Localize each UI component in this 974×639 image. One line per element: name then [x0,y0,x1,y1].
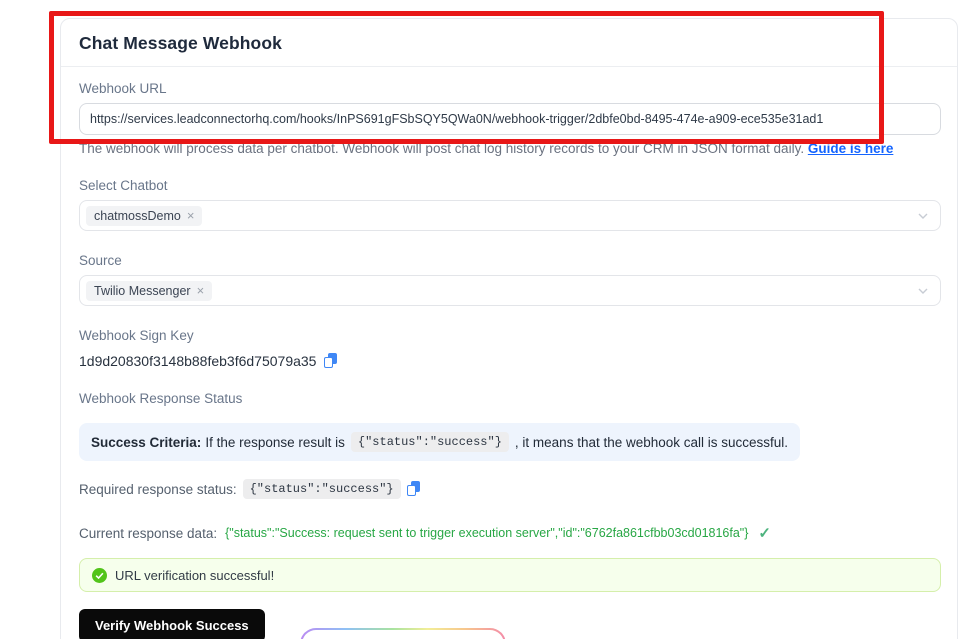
page-title: Chat Message Webhook [79,33,282,53]
select-chatbot-section: Select Chatbot chatmossDemo × [79,178,941,231]
card-body: Webhook URL The webhook will process dat… [61,67,957,639]
criteria-bold-text: Success Criteria: [91,434,202,450]
criteria-code-chip: {"status":"success"} [350,432,509,452]
chatbot-tag-label: chatmossDemo [94,208,181,223]
webhook-url-section: Webhook URL The webhook will process dat… [79,81,941,156]
chevron-down-icon [917,210,929,222]
chatbot-select[interactable]: chatmossDemo × [79,200,941,231]
source-tag-label: Twilio Messenger [94,283,191,298]
guide-link[interactable]: Guide is here [808,141,894,156]
current-response-row: Current response data: {"status":"Succes… [79,524,939,542]
criteria-pre-text: If the response result is [205,434,345,450]
rainbow-button-inner [302,630,504,639]
select-chatbot-label: Select Chatbot [79,178,168,193]
required-status-row: Required response status: {"status":"suc… [79,479,939,499]
sign-key-value: 1d9d20830f3148b88feb3f6d75079a35 [79,353,317,369]
response-status-label: Webhook Response Status [79,391,243,406]
verify-webhook-button[interactable]: Verify Webhook Success [79,609,265,639]
sign-key-label: Webhook Sign Key [79,328,194,343]
rainbow-border-button[interactable] [300,628,506,639]
webhook-url-help: The webhook will process data per chatbo… [79,141,939,156]
webhook-url-label: Webhook URL [79,81,167,96]
copy-icon[interactable] [324,353,338,369]
check-icon: ✓ [758,525,771,542]
required-status-code-chip: {"status":"success"} [242,479,401,499]
webhook-settings-card: Chat Message Webhook Webhook URL The web… [60,18,958,639]
webhook-url-input[interactable] [79,103,941,135]
remove-tag-icon[interactable]: × [197,284,205,297]
copy-icon[interactable] [406,481,421,497]
source-section: Source Twilio Messenger × [79,253,941,306]
webhook-url-help-text: The webhook will process data per chatbo… [79,141,808,156]
remove-tag-icon[interactable]: × [187,209,195,222]
current-response-label: Current response data: [79,525,218,541]
success-criteria-banner: Success Criteria: If the response result… [79,423,801,461]
success-circle-icon [92,567,107,583]
chatbot-tag: chatmossDemo × [86,205,203,226]
page: Chat Message Webhook Webhook URL The web… [0,0,974,639]
criteria-post-text: , it means that the webhook call is succ… [514,434,789,450]
sign-key-section: Webhook Sign Key 1d9d20830f3148b88feb3f6… [79,328,939,369]
sign-key-row: 1d9d20830f3148b88feb3f6d75079a35 [79,353,939,369]
source-tag: Twilio Messenger × [86,280,213,301]
source-label: Source [79,253,122,268]
current-response-value: {"status":"Success: request sent to trig… [225,526,749,540]
verification-success-alert: URL verification successful! [79,558,941,592]
chevron-down-icon [917,285,929,297]
response-status-section: Webhook Response Status Success Criteria… [79,391,941,639]
verification-success-text: URL verification successful! [115,567,275,583]
source-select[interactable]: Twilio Messenger × [79,275,941,306]
card-header: Chat Message Webhook [61,19,957,67]
required-status-label: Required response status: [79,481,237,497]
